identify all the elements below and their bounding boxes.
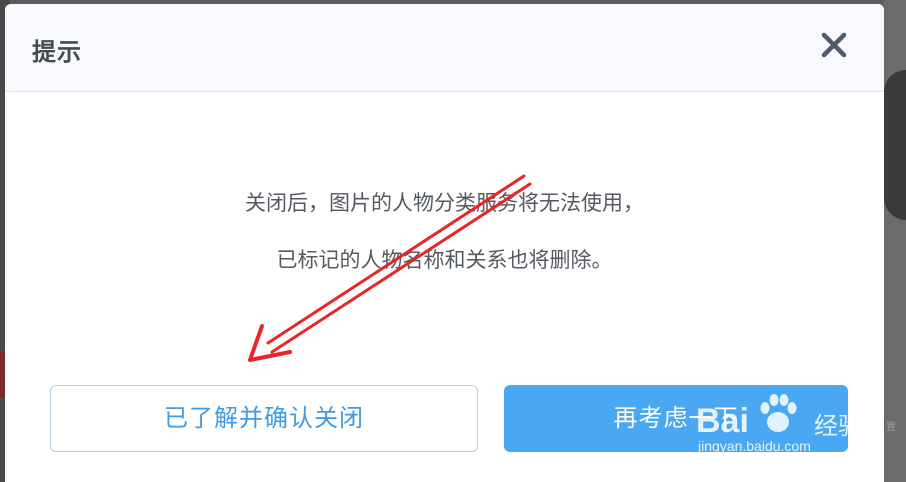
dialog-message-line: 已标记的人物名称和关系也将删除。 (276, 248, 613, 272)
reconsider-button[interactable]: 再考虑一下 (504, 385, 848, 452)
dialog-header: 提示 (5, 4, 884, 92)
background-text: 置 (886, 422, 896, 433)
dialog-message-line: 关闭后，图片的人物分类服务将无法使用， (245, 191, 644, 215)
background-image-fragment (884, 70, 906, 220)
confirm-close-button[interactable]: 已了解并确认关闭 (50, 385, 478, 452)
close-button[interactable] (817, 28, 851, 62)
dialog-body: 关闭后，图片的人物分类服务将无法使用， 已标记的人物名称和关系也将删除。 已了解… (5, 92, 884, 482)
close-icon (821, 32, 847, 58)
prompt-dialog: 提示 关闭后，图片的人物分类服务将无法使用， 已标记的人物名称和关系也将删除。 … (5, 4, 884, 482)
dialog-title: 提示 (32, 38, 82, 66)
